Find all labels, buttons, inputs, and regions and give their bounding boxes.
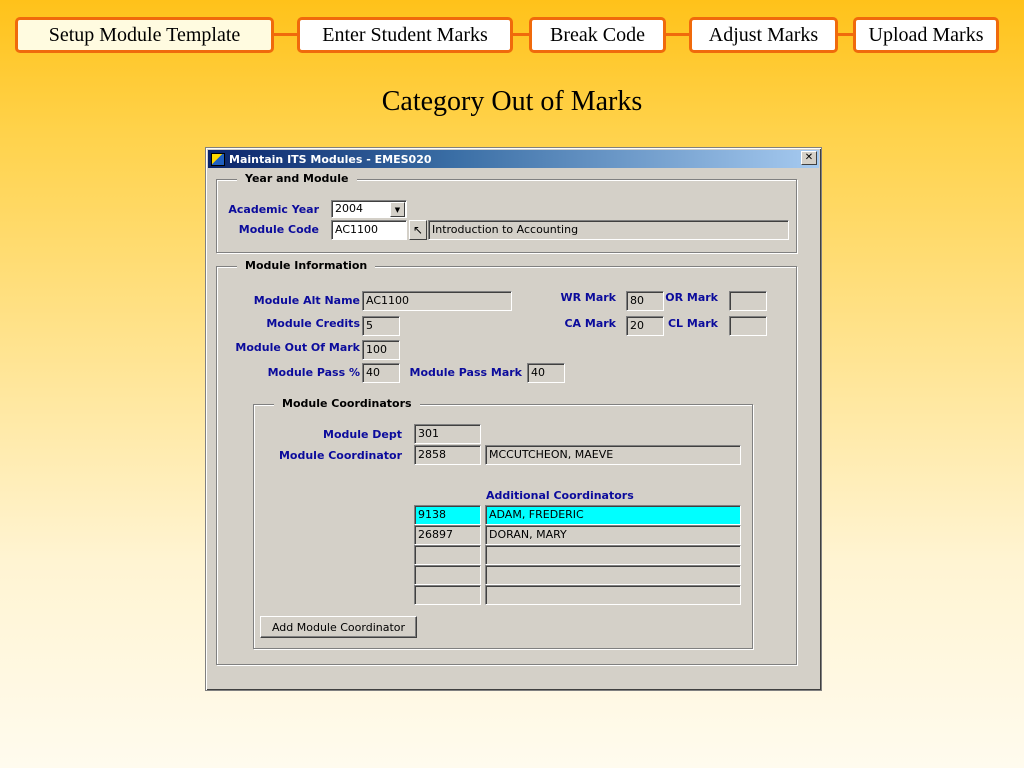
step-connector bbox=[513, 33, 530, 36]
additional-coordinator-id-field[interactable] bbox=[414, 585, 481, 605]
wr-mark-field[interactable]: 80 bbox=[626, 291, 664, 311]
list-of-values-icon[interactable]: ↖ bbox=[409, 220, 427, 240]
module-coordinators-group: Module Coordinators Module Dept 301 Modu… bbox=[253, 397, 753, 649]
step-setup-module-template[interactable]: Setup Module Template bbox=[15, 17, 274, 53]
module-coordinator-label: Module Coordinator bbox=[278, 449, 402, 462]
module-credits-field[interactable]: 5 bbox=[362, 316, 400, 336]
module-information-legend: Module Information bbox=[237, 259, 376, 272]
module-coordinators-legend: Module Coordinators bbox=[274, 397, 420, 410]
step-connector bbox=[666, 33, 689, 36]
module-code-input[interactable]: AC1100 bbox=[331, 220, 407, 240]
step-connector bbox=[838, 33, 853, 36]
module-credits-label: Module Credits bbox=[266, 317, 360, 330]
module-out-of-mark-field[interactable]: 100 bbox=[362, 340, 400, 360]
cl-mark-label: CL Mark bbox=[667, 317, 718, 330]
module-code-label: Module Code bbox=[238, 223, 319, 236]
module-pass-mark-label: Module Pass Mark bbox=[409, 366, 523, 379]
year-module-group: Year and Module Academic Year 2004 ▼ Mod… bbox=[216, 172, 797, 253]
module-out-of-mark-label: Module Out Of Mark bbox=[235, 341, 360, 354]
step-enter-student-marks[interactable]: Enter Student Marks bbox=[297, 17, 513, 53]
slide-title: Category Out of Marks bbox=[381, 86, 643, 117]
or-mark-field[interactable] bbox=[729, 291, 767, 311]
academic-year-label: Academic Year bbox=[228, 203, 319, 216]
wr-mark-label: WR Mark bbox=[560, 291, 616, 304]
academic-year-value: 2004 bbox=[335, 202, 363, 215]
module-pass-pct-label: Module Pass % bbox=[267, 366, 360, 379]
module-coordinator-id-field[interactable]: 2858 bbox=[414, 445, 481, 465]
additional-coordinator-name-field bbox=[485, 565, 741, 585]
additional-coordinator-id-field[interactable] bbox=[414, 565, 481, 585]
ca-mark-label: CA Mark bbox=[564, 317, 616, 330]
additional-coordinator-id-field[interactable] bbox=[414, 545, 481, 565]
module-pass-mark-field[interactable]: 40 bbox=[527, 363, 565, 383]
module-information-group: Module Information Module Alt Name AC110… bbox=[216, 259, 797, 665]
module-alt-name-label: Module Alt Name bbox=[253, 294, 360, 307]
additional-coordinator-id-field[interactable]: 26897 bbox=[414, 525, 481, 545]
module-dept-field[interactable]: 301 bbox=[414, 424, 481, 444]
add-module-coordinator-button[interactable]: Add Module Coordinator bbox=[260, 616, 417, 638]
maintain-modules-window: Maintain ITS Modules - EMES020 ✕ Year an… bbox=[205, 147, 822, 691]
step-connector bbox=[274, 33, 298, 36]
step-adjust-marks[interactable]: Adjust Marks bbox=[689, 17, 838, 53]
step-upload-marks[interactable]: Upload Marks bbox=[853, 17, 999, 53]
module-dept-label: Module Dept bbox=[323, 428, 402, 441]
close-button[interactable]: ✕ bbox=[801, 151, 817, 165]
additional-coordinator-id-field[interactable]: 9138 bbox=[414, 505, 481, 525]
window-title: Maintain ITS Modules - EMES020 bbox=[229, 152, 432, 166]
ca-mark-field[interactable]: 20 bbox=[626, 316, 664, 336]
chevron-down-icon[interactable]: ▼ bbox=[390, 202, 405, 217]
module-name-field: Introduction to Accounting bbox=[428, 220, 789, 240]
app-icon bbox=[211, 152, 225, 166]
or-mark-label: OR Mark bbox=[665, 291, 718, 304]
cl-mark-field[interactable] bbox=[729, 316, 767, 336]
module-alt-name-field[interactable]: AC1100 bbox=[362, 291, 512, 311]
additional-coordinator-name-field bbox=[485, 585, 741, 605]
module-coordinator-name-field: MCCUTCHEON, MAEVE bbox=[485, 445, 741, 465]
step-break-code[interactable]: Break Code bbox=[529, 17, 666, 53]
module-pass-pct-field[interactable]: 40 bbox=[362, 363, 400, 383]
window-titlebar[interactable]: Maintain ITS Modules - EMES020 ✕ bbox=[208, 150, 819, 168]
additional-coordinator-name-field: DORAN, MARY bbox=[485, 525, 741, 545]
academic-year-select[interactable]: 2004 ▼ bbox=[331, 200, 407, 218]
additional-coordinator-name-field bbox=[485, 545, 741, 565]
year-module-legend: Year and Module bbox=[237, 172, 357, 185]
additional-coordinator-name-field: ADAM, FREDERIC bbox=[485, 505, 741, 525]
additional-coordinators-label: Additional Coordinators bbox=[486, 489, 634, 502]
